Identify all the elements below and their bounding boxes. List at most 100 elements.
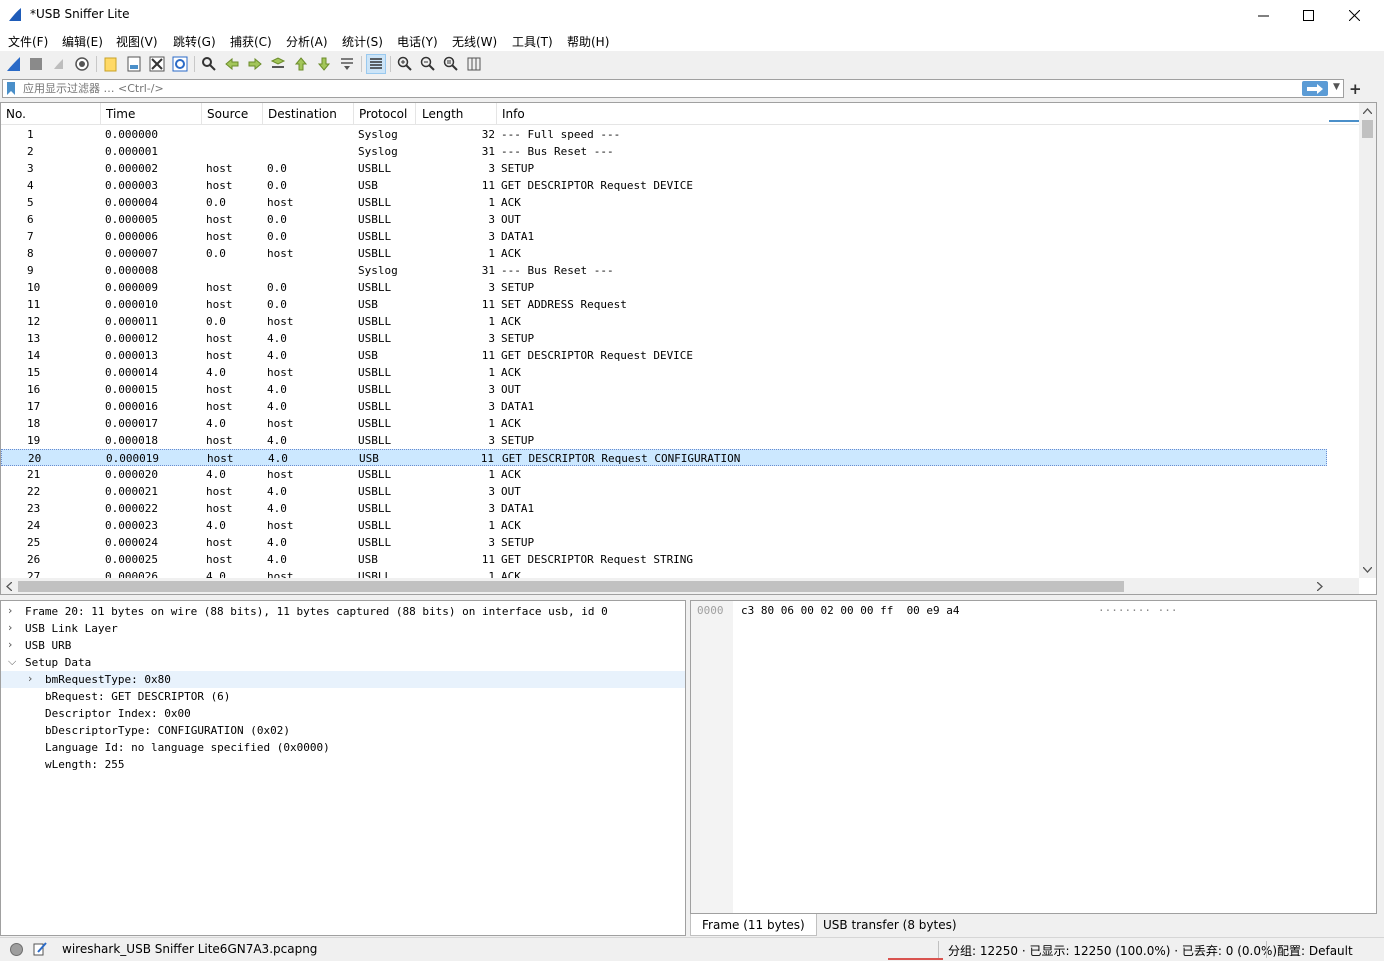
column-header-info[interactable]: Info	[502, 107, 525, 121]
close-file-button[interactable]	[147, 54, 167, 74]
detail-tree-item[interactable]: bRequest: GET DESCRIPTOR (6)	[1, 688, 685, 705]
chevron-right-icon[interactable]: ›	[8, 604, 12, 617]
restart-capture-button[interactable]	[49, 54, 69, 74]
column-separator[interactable]	[496, 103, 497, 125]
packet-row[interactable]: 2 0.000001 Syslog 31 --- Bus Reset ---	[1, 143, 1327, 160]
scroll-thumb[interactable]	[1362, 120, 1373, 138]
packet-row[interactable]: 9 0.000008 Syslog 31 --- Bus Reset ---	[1, 262, 1327, 279]
menu-analyze[interactable]: 分析(A)	[286, 33, 328, 50]
column-header-protocol[interactable]: Protocol	[359, 107, 407, 121]
close-button[interactable]	[1331, 0, 1377, 30]
menu-wireless[interactable]: 无线(W)	[452, 33, 497, 50]
save-file-button[interactable]	[124, 54, 144, 74]
go-back-button[interactable]	[222, 54, 242, 74]
column-separator[interactable]	[353, 103, 354, 125]
configuration-profile[interactable]: 配置: Default	[1277, 942, 1353, 959]
packet-row[interactable]: 21 0.000020 4.0 host USBLL 1 ACK	[1, 466, 1327, 483]
detail-tree-item[interactable]: ⌵ Setup Data	[1, 654, 685, 671]
chevron-down-icon[interactable]: ⌵	[8, 655, 16, 669]
packet-row[interactable]: 26 0.000025 host 4.0 USB 11 GET DESCRIPTOR Req…	[1, 551, 1327, 568]
find-packet-button[interactable]	[199, 54, 219, 74]
column-separator[interactable]	[415, 103, 416, 125]
detail-tree-item[interactable]: wLength: 255	[1, 756, 685, 773]
column-header-source[interactable]: Source	[207, 107, 248, 121]
menu-capture[interactable]: 捕获(C)	[230, 33, 272, 50]
capture-options-button[interactable]	[72, 54, 92, 74]
packet-row[interactable]: 12 0.000011 0.0 host USBLL 1 ACK	[1, 313, 1327, 330]
packet-row[interactable]: 11 0.000010 host 0.0 USB 11 SET ADDRESS Reques…	[1, 296, 1327, 313]
vertical-scrollbar[interactable]	[1359, 103, 1376, 578]
open-file-button[interactable]	[101, 54, 121, 74]
start-capture-button[interactable]	[4, 54, 24, 74]
scroll-right-icon[interactable]	[1317, 582, 1323, 591]
add-filter-button[interactable]: +	[1349, 80, 1362, 98]
go-last-packet-button[interactable]	[314, 54, 334, 74]
detail-tree-item[interactable]: Descriptor Index: 0x00	[1, 705, 685, 722]
menu-file[interactable]: 文件(F)	[8, 33, 48, 50]
packet-row[interactable]: 16 0.000015 host 4.0 USBLL 3 OUT	[1, 381, 1327, 398]
autoscroll-button[interactable]	[337, 54, 357, 74]
packet-row[interactable]: 5 0.000004 0.0 host USBLL 1 ACK	[1, 194, 1327, 211]
menu-view[interactable]: 视图(V)	[116, 33, 158, 50]
bytes-hex[interactable]: c3 80 06 00 02 00 00 ff 00 e9 a4	[741, 604, 960, 617]
bookmark-icon[interactable]	[6, 82, 16, 95]
go-first-packet-button[interactable]	[291, 54, 311, 74]
packet-row[interactable]: 24 0.000023 4.0 host USBLL 1 ACK	[1, 517, 1327, 534]
menu-help[interactable]: 帮助(H)	[567, 33, 609, 50]
go-forward-button[interactable]	[245, 54, 265, 74]
packet-row[interactable]: 4 0.000003 host 0.0 USB 11 GET DESCRIPTOR Requ…	[1, 177, 1327, 194]
detail-tree-item[interactable]: › USB URB	[1, 637, 685, 654]
expert-info-icon[interactable]	[10, 943, 23, 956]
zoom-normal-button[interactable]	[441, 54, 461, 74]
detail-tree-item[interactable]: › Frame 20: 11 bytes on wire (88 bits), 1…	[1, 603, 685, 620]
column-header-time[interactable]: Time	[106, 107, 135, 121]
packet-row[interactable]: 23 0.000022 host 4.0 USBLL 3 DATA1	[1, 500, 1327, 517]
detail-tree-item[interactable]: Language Id: no language specified (0x00…	[1, 739, 685, 756]
chevron-right-icon[interactable]: ›	[8, 638, 12, 651]
packet-row[interactable]: 1 0.000000 Syslog 32 --- Full speed ---	[1, 126, 1327, 143]
bytes-ascii[interactable]: ········ ···	[1098, 604, 1177, 617]
chevron-down-icon[interactable]: ▼	[1333, 82, 1340, 92]
column-header-destination[interactable]: Destination	[268, 107, 337, 121]
packet-row[interactable]: 10 0.000009 host 0.0 USBLL 3 SETUP	[1, 279, 1327, 296]
column-separator[interactable]	[262, 103, 263, 125]
menu-telephony[interactable]: 电话(Y)	[397, 33, 438, 50]
detail-tree-item[interactable]: › USB Link Layer	[1, 620, 685, 637]
capture-comment-icon[interactable]	[33, 942, 47, 956]
zoom-in-button[interactable]	[395, 54, 415, 74]
packet-row[interactable]: 19 0.000018 host 4.0 USBLL 3 SETUP	[1, 432, 1327, 449]
column-separator[interactable]	[201, 103, 202, 125]
detail-tree-item[interactable]: bDescriptorType: CONFIGURATION (0x02)	[1, 722, 685, 739]
scroll-left-icon[interactable]	[6, 582, 12, 591]
reload-file-button[interactable]	[170, 54, 190, 74]
horizontal-scrollbar[interactable]	[1, 578, 1359, 594]
zoom-out-button[interactable]	[418, 54, 438, 74]
packet-row[interactable]: 27 0.000026 4.0 host USBLL 1 ACK	[1, 568, 1327, 578]
menu-go[interactable]: 跳转(G)	[173, 33, 216, 50]
menu-edit[interactable]: 编辑(E)	[62, 33, 103, 50]
colorize-button[interactable]	[366, 54, 386, 74]
column-header-length[interactable]: Length	[422, 107, 463, 121]
minimize-button[interactable]	[1240, 0, 1286, 30]
packet-row[interactable]: 7 0.000006 host 0.0 USBLL 3 DATA1	[1, 228, 1327, 245]
go-to-packet-button[interactable]	[268, 54, 288, 74]
packet-row[interactable]: 6 0.000005 host 0.0 USBLL 3 OUT	[1, 211, 1327, 228]
apply-filter-button[interactable]	[1302, 81, 1328, 96]
packet-row[interactable]: 20 0.000019 host 4.0 USB 11 GET DESCRIPTOR Req…	[1, 449, 1327, 466]
stop-capture-button[interactable]	[26, 54, 46, 74]
scroll-up-icon[interactable]	[1363, 108, 1372, 114]
resize-columns-button[interactable]	[464, 54, 484, 74]
chevron-right-icon[interactable]: ›	[8, 621, 12, 634]
packet-row[interactable]: 13 0.000012 host 4.0 USBLL 3 SETUP	[1, 330, 1327, 347]
packet-row[interactable]: 15 0.000014 4.0 host USBLL 1 ACK	[1, 364, 1327, 381]
menu-tools[interactable]: 工具(T)	[512, 33, 553, 50]
scroll-down-icon[interactable]	[1363, 567, 1372, 573]
packet-row[interactable]: 18 0.000017 4.0 host USBLL 1 ACK	[1, 415, 1327, 432]
tab-frame-bytes[interactable]: Frame (11 bytes)	[690, 914, 817, 936]
column-header-no[interactable]: No.	[6, 107, 26, 121]
packet-row[interactable]: 17 0.000016 host 4.0 USBLL 3 DATA1	[1, 398, 1327, 415]
menu-statistics[interactable]: 统计(S)	[342, 33, 383, 50]
packet-row[interactable]: 22 0.000021 host 4.0 USBLL 3 OUT	[1, 483, 1327, 500]
packet-row[interactable]: 14 0.000013 host 4.0 USB 11 GET DESCRIPTOR Req…	[1, 347, 1327, 364]
packet-row[interactable]: 8 0.000007 0.0 host USBLL 1 ACK	[1, 245, 1327, 262]
